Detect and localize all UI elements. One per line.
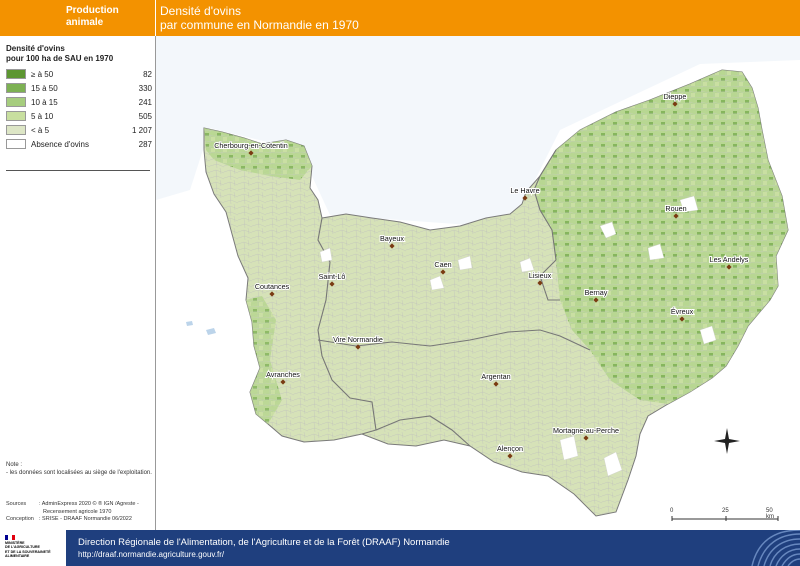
legend-swatch: [6, 83, 26, 93]
conception-value: : SRISE - DRAAF Normandie 06/2022: [39, 516, 132, 522]
city-label: Alençon: [497, 444, 523, 453]
legend-item: ≥ à 50 82: [6, 67, 154, 81]
legend-label: 5 à 10: [31, 112, 54, 121]
footer: MINISTÈRE DE L'AGRICULTURE ET DE LA SOUV…: [0, 530, 800, 566]
city-label: Cherbourg-en-Cotentin: [214, 141, 288, 150]
note-text: - les données sont localisées au siège d…: [6, 470, 152, 476]
legend-item: Absence d'ovins 287: [6, 137, 154, 151]
city-label: Avranches: [266, 370, 300, 379]
sources-value: : AdminExpress 2020 © ® IGN /Agreste -: [39, 501, 139, 507]
ministry-logo: MINISTÈRE DE L'AGRICULTURE ET DE LA SOUV…: [0, 530, 66, 566]
wave-decoration: [751, 530, 800, 566]
scale-bar: 0 25 50 km: [670, 508, 780, 523]
map-title: Densité d'ovins par commune en Normandie…: [160, 4, 359, 32]
logo-line: ALIMENTAIRE: [5, 553, 30, 558]
north-arrow-icon: [714, 428, 740, 454]
legend-label: < à 5: [31, 126, 50, 135]
legend-count: 82: [143, 70, 152, 79]
city-label: Mortagne-au-Perche: [553, 426, 619, 435]
category-line: Production: [66, 5, 119, 16]
title-line: par commune en Normandie en 1970: [160, 18, 359, 32]
city-label: Argentan: [481, 372, 510, 381]
conception-key: Conception: [6, 516, 34, 522]
category-line: animale: [66, 17, 104, 28]
category-label: Production animale: [66, 5, 151, 29]
note-title: Note :: [6, 462, 23, 468]
legend-title-line: Densité d'ovins: [6, 44, 65, 53]
legend-count: 241: [138, 98, 152, 107]
legend-title: Densité d'ovins pour 100 ha de SAU en 19…: [6, 44, 154, 63]
scale-label: 0: [670, 508, 674, 514]
city-label: Les Andelys: [710, 255, 749, 264]
legend-count: 1 207: [131, 126, 152, 135]
header-divider: [155, 0, 156, 36]
legend-swatch: [6, 69, 26, 79]
org-url[interactable]: http://draaf.normandie.agriculture.gouv.…: [78, 550, 224, 559]
city-label: Coutances: [255, 282, 290, 291]
city-label: Bernay: [585, 288, 608, 297]
city-label: Bayeux: [380, 234, 404, 243]
title-line: Densité d'ovins: [160, 4, 241, 18]
city-label: Saint-Lô: [319, 272, 346, 281]
legend-count: 330: [138, 84, 152, 93]
city-label: Caen: [434, 260, 451, 269]
legend-swatch: [6, 111, 26, 121]
city-label: Dieppe: [664, 92, 687, 101]
sources-value: Recensement agricole 1970: [43, 508, 112, 515]
legend: Densité d'ovins pour 100 ha de SAU en 19…: [6, 44, 154, 151]
legend-swatch: [6, 125, 26, 135]
legend-title-line: pour 100 ha de SAU en 1970: [6, 53, 114, 63]
legend-swatch: [6, 97, 26, 107]
legend-label: ≥ à 50: [31, 70, 54, 79]
legend-item: 15 à 50 330: [6, 81, 154, 95]
legend-item: 10 à 15 241: [6, 95, 154, 109]
header-bar: Production animale Densité d'ovins par c…: [0, 0, 800, 36]
note: Note : - les données sont localisées au …: [6, 461, 154, 477]
legend-swatch: [6, 139, 26, 149]
legend-item: 5 à 10 505: [6, 109, 154, 123]
city-label: Évreux: [671, 307, 694, 316]
legend-item: < à 5 1 207: [6, 123, 154, 137]
city-label: Vire Normandie: [333, 335, 383, 344]
city-label: Lisieux: [529, 271, 552, 280]
legend-label: 15 à 50: [31, 84, 58, 93]
city-label: Le Havre: [510, 186, 539, 195]
legend-label: 10 à 15: [31, 98, 58, 107]
legend-label: Absence d'ovins: [31, 140, 90, 149]
sources-block: Sources : AdminExpress 2020 © ® IGN /Agr…: [6, 501, 154, 524]
city-label: Rouen: [665, 204, 686, 213]
normandie-map: Dieppe Cherbourg-en-Cotentin Le Havre Rouen…: [156, 36, 800, 530]
legend-count: 287: [138, 140, 152, 149]
flag-icon: [5, 535, 15, 540]
legend-separator: [6, 170, 150, 171]
scale-label: 25: [722, 508, 729, 514]
scale-label: 50 km: [766, 508, 774, 520]
legend-count: 505: [138, 112, 152, 121]
org-name: Direction Régionale de l'Alimentation, d…: [78, 537, 450, 548]
sources-key: Sources: [6, 501, 27, 507]
